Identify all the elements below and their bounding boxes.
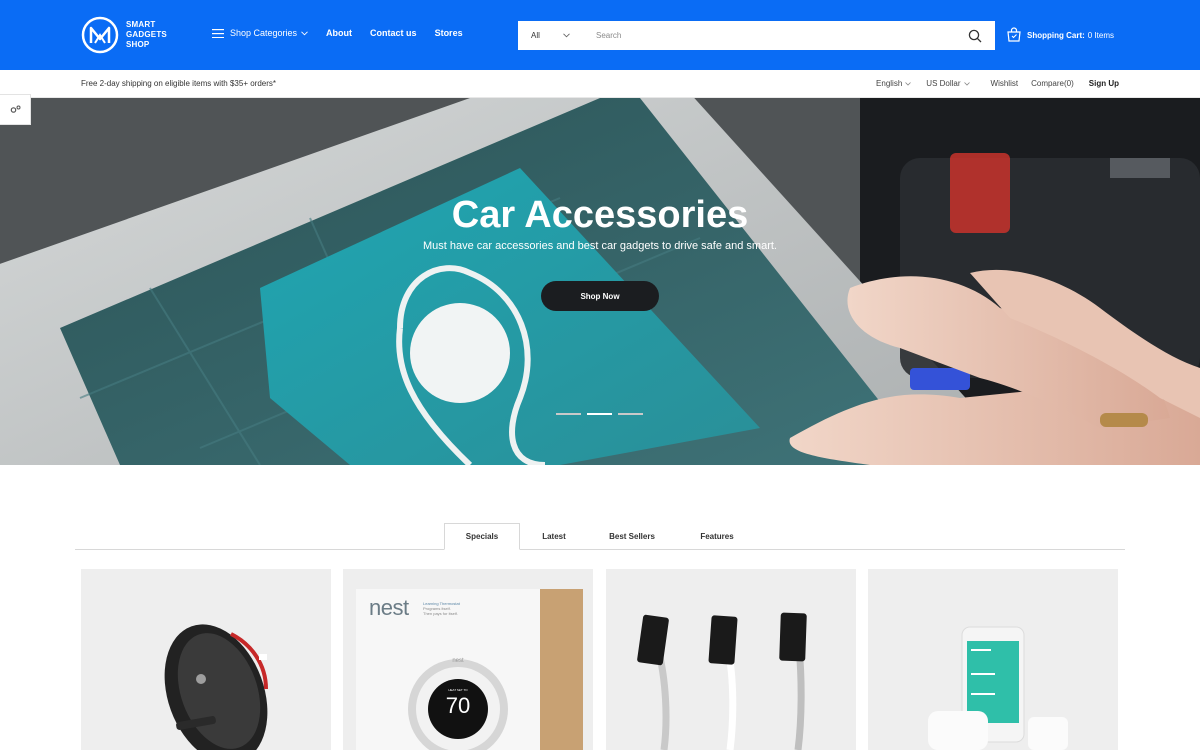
nest-device-logo: nest xyxy=(452,658,464,664)
search-icon xyxy=(968,29,982,42)
logo-mark-icon xyxy=(81,16,119,54)
nest-caption-3: Then pays for itself. xyxy=(423,611,458,616)
cart-count: 0 Items xyxy=(1087,30,1115,40)
product-image-phone-mounts xyxy=(637,612,807,750)
chevron-down-icon xyxy=(301,30,308,35)
tab-latest[interactable]: Latest xyxy=(520,523,588,550)
product-card-unicycle[interactable] xyxy=(81,569,331,750)
settings-icon xyxy=(10,105,20,113)
main-nav: Shop Categories About Contact us Stores xyxy=(212,28,481,38)
product-card-thermostat[interactable]: nest Learning Thermostat Programs itself… xyxy=(343,569,593,750)
search-bar: All xyxy=(518,21,995,50)
search-input[interactable] xyxy=(584,21,955,50)
slider-dot-1[interactable] xyxy=(556,413,581,415)
tab-best-sellers[interactable]: Best Sellers xyxy=(588,523,676,550)
language-value: English xyxy=(876,79,903,88)
nest-heat-label: HEAT SET TO xyxy=(448,688,468,692)
nest-caption: Learning Thermostat Programs itself. The… xyxy=(423,601,460,616)
shipping-notice: Free 2-day shipping on eligible items wi… xyxy=(81,79,276,88)
shopping-cart[interactable]: Shopping Cart: 0 Items xyxy=(1006,27,1114,43)
utility-bar: Free 2-day shipping on eligible items wi… xyxy=(0,70,1200,98)
menu-icon xyxy=(212,28,224,38)
search-category-select[interactable]: All xyxy=(518,21,584,50)
logo-text: SMART GADGETS SHOP xyxy=(126,20,167,50)
slider-dot-2[interactable] xyxy=(587,413,612,415)
search-button[interactable] xyxy=(955,21,995,50)
compare-link[interactable]: Compare(0) xyxy=(1031,79,1074,88)
cart-icon xyxy=(1007,27,1021,42)
product-image-smart-home xyxy=(928,626,1068,750)
settings-toggle[interactable] xyxy=(0,94,31,125)
utility-nav: English US Dollar Wishlist Compare(0) Si… xyxy=(861,79,1119,88)
product-card-smart-home[interactable] xyxy=(868,569,1118,750)
currency-value: US Dollar xyxy=(926,79,961,88)
logo-line-1: SMART xyxy=(126,20,156,29)
wishlist-link[interactable]: Wishlist xyxy=(991,79,1019,88)
nav-contact[interactable]: Contact us xyxy=(370,28,417,38)
product-tabs: Specials Latest Best Sellers Features xyxy=(444,523,758,550)
nav-shop-categories[interactable]: Shop Categories xyxy=(212,28,308,38)
slider-pagination xyxy=(556,413,649,415)
tab-specials[interactable]: Specials xyxy=(444,523,520,550)
nav-about[interactable]: About xyxy=(326,28,352,38)
logo-line-3: SHOP xyxy=(126,40,150,49)
nav-stores[interactable]: Stores xyxy=(435,28,463,38)
slider-dot-3[interactable] xyxy=(618,413,643,415)
signup-link[interactable]: Sign Up xyxy=(1089,79,1119,88)
shop-now-button[interactable]: Shop Now xyxy=(541,281,659,311)
language-select[interactable]: English xyxy=(876,79,912,88)
hero-title: Car Accessories xyxy=(451,194,749,236)
product-card-phone-mounts[interactable] xyxy=(606,569,856,750)
site-logo[interactable]: SMART GADGETS SHOP xyxy=(80,14,180,56)
product-image-unicycle xyxy=(164,624,268,750)
cart-label: Shopping Cart: xyxy=(1027,30,1085,40)
nav-shop-categories-label: Shop Categories xyxy=(230,28,298,38)
hero-slider: Car Accessories Must have car accessorie… xyxy=(0,98,1200,465)
tab-features[interactable]: Features xyxy=(676,523,758,550)
chevron-down-icon xyxy=(563,33,570,38)
currency-select[interactable]: US Dollar xyxy=(926,79,970,88)
chevron-down-icon xyxy=(963,81,970,86)
top-header: SMART GADGETS SHOP Shop Categories About… xyxy=(0,0,1200,70)
search-category-value: All xyxy=(531,31,540,40)
nest-logo-text: nest xyxy=(369,595,409,620)
nest-temperature: 70 xyxy=(445,693,471,718)
logo-line-2: GADGETS xyxy=(126,30,167,39)
hero-subtitle: Must have car accessories and best car g… xyxy=(422,240,777,252)
chevron-down-icon xyxy=(905,81,912,86)
